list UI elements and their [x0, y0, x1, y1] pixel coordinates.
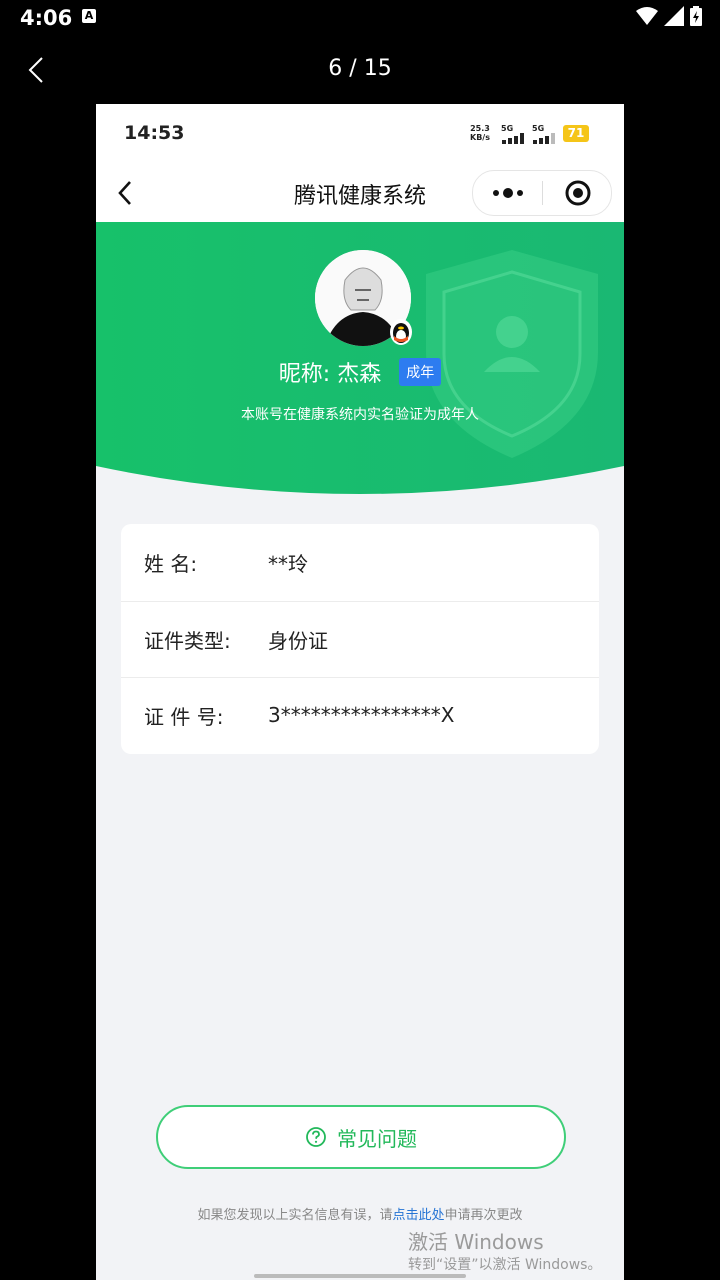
close-target-icon[interactable] — [565, 180, 591, 206]
info-label: 姓 名: — [144, 551, 198, 576]
screenshot-image: 14:53 25.3 KB/s 5G 5G 71 腾讯健康系统 昵称: 杰森 成… — [96, 104, 624, 1280]
nickname-row: 昵称: 杰森 成年 — [96, 356, 624, 388]
qq-penguin-icon — [390, 319, 412, 345]
cell-signal-icon — [664, 6, 684, 26]
mini-program-navbar: 腾讯健康系统 — [96, 164, 624, 222]
network-speed-value: 25.3 — [470, 124, 490, 133]
nickname: 昵称: 杰森 — [278, 362, 382, 387]
age-badge: 成年 — [399, 358, 442, 386]
info-row-id-type: 证件类型: 身份证 — [121, 601, 599, 677]
network-type-2: 5G — [532, 124, 545, 133]
os-status-time: 4:06 — [20, 6, 73, 30]
info-label: 证件类型: — [144, 628, 231, 653]
windows-watermark-title: 激活 Windows — [408, 1230, 544, 1254]
signal-bars-icon — [502, 133, 524, 144]
home-indicator — [254, 1274, 466, 1278]
faq-label: 常见问题 — [337, 1126, 417, 1151]
wifi-icon — [636, 7, 658, 25]
network-speed: 25.3 KB/s — [470, 124, 490, 142]
more-dots-icon[interactable] — [491, 187, 525, 199]
identity-info-card: 姓 名: **玲 证件类型: 身份证 证 件 号: 3*************… — [121, 524, 599, 754]
network-type-1: 5G — [501, 124, 514, 133]
verification-note: 本账号在健康系统内实名验证为成年人 — [241, 407, 479, 423]
footer-suffix: 申请再次更改 — [444, 1208, 523, 1223]
faq-button[interactable]: 常见问题 — [156, 1105, 566, 1169]
info-label: 证 件 号: — [144, 704, 224, 729]
inner-status-time: 14:53 — [124, 122, 185, 144]
click-here-link[interactable]: 点击此处 — [392, 1208, 444, 1223]
signal-bars-2-icon — [533, 133, 555, 144]
windows-watermark-subtitle: 转到“设置”以激活 Windows。 — [408, 1257, 602, 1273]
footer-prefix: 如果您发现以上实名信息有误，请 — [197, 1208, 393, 1223]
question-circle-icon — [306, 1127, 326, 1147]
network-speed-unit: KB/s — [470, 133, 490, 142]
profile-header: 昵称: 杰森 成年 本账号在健康系统内实名验证为成年人 — [96, 222, 624, 502]
capsule-divider — [542, 181, 543, 205]
mini-program-capsule — [472, 170, 612, 216]
notification-a-icon: A — [82, 9, 96, 23]
info-value: 3****************X — [268, 703, 455, 727]
image-counter: 6 / 15 — [328, 56, 392, 81]
os-status-icons — [636, 6, 702, 26]
info-row-name: 姓 名: **玲 — [121, 524, 599, 600]
info-value: 身份证 — [268, 628, 328, 653]
inner-status-bar: 14:53 25.3 KB/s 5G 5G 71 — [96, 104, 624, 164]
info-value: **玲 — [268, 551, 308, 576]
footer-note: 如果您发现以上实名信息有误，请点击此处申请再次更改 — [96, 1204, 624, 1223]
battery-icon — [690, 6, 702, 26]
battery-level: 71 — [563, 125, 589, 142]
info-row-id-number: 证 件 号: 3****************X — [121, 677, 599, 753]
